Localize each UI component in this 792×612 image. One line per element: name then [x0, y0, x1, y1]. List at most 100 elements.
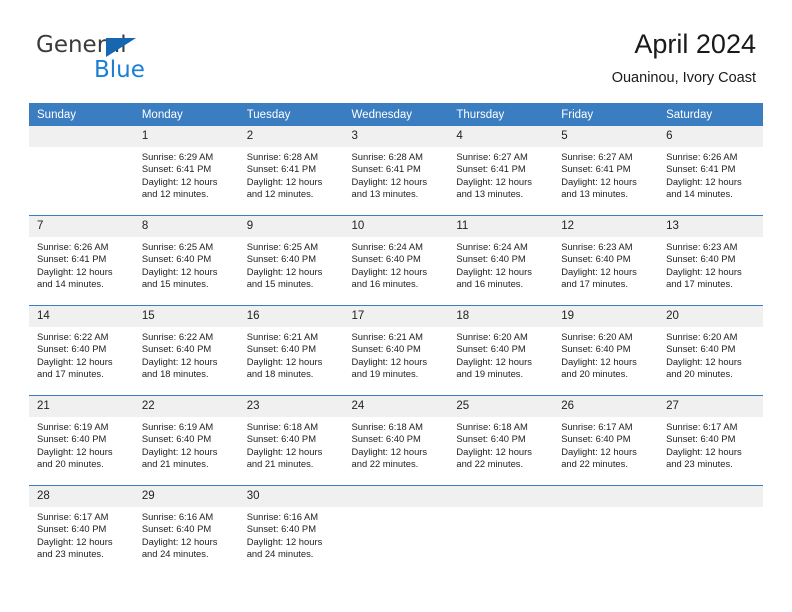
calendar-day-cell[interactable]: 11 Sunrise: 6:24 AM Sunset: 6:40 PM Dayligh…: [448, 215, 554, 306]
daylight-text-line2: and 22 minutes.: [456, 458, 524, 470]
sunset-text: Sunset: 6:41 PM: [141, 163, 212, 175]
calendar-day-cell[interactable]: 12 Sunrise: 6:23 AM Sunset: 6:40 PM Dayligh…: [553, 215, 659, 306]
sunset-text: Sunset: 6:40 PM: [246, 343, 316, 355]
day-details: Sunrise: 6:23 AM Sunset: 6:40 PM Daylight:…: [553, 237, 658, 290]
calendar-day-cell[interactable]: 24 Sunrise: 6:18 AM Sunset: 6:40 PM Dayligh…: [343, 395, 449, 486]
daylight-text-line1: Daylight: 12 hours: [141, 445, 218, 457]
calendar-day-cell[interactable]: 25 Sunrise: 6:18 AM Sunset: 6:40 PM Dayligh…: [448, 395, 554, 486]
day-number: 29: [133, 486, 239, 507]
general-blue-logo[interactable]: General Blue: [36, 32, 216, 84]
day-details: Sunrise: 6:25 AM Sunset: 6:40 PM Daylight:…: [134, 237, 239, 290]
daylight-text-line2: and 22 minutes.: [561, 458, 628, 470]
calendar-empty-cell: [29, 126, 134, 216]
sunrise-text: Sunrise: 6:21 AM: [246, 331, 319, 342]
day-number: 28: [29, 486, 134, 507]
day-details: Sunrise: 6:28 AM Sunset: 6:41 PM Daylight:…: [239, 147, 344, 200]
daylight-text-line2: and 18 minutes.: [246, 368, 314, 380]
daylight-text-line2: and 16 minutes.: [456, 278, 524, 290]
sunset-text: Sunset: 6:40 PM: [456, 253, 526, 265]
sunset-text: Sunset: 6:41 PM: [37, 253, 107, 265]
calendar-day-cell[interactable]: 18 Sunrise: 6:20 AM Sunset: 6:40 PM Dayligh…: [448, 305, 554, 396]
sunset-text: Sunset: 6:40 PM: [561, 253, 631, 265]
calendar-day-cell[interactable]: 6 Sunrise: 6:26 AM Sunset: 6:41 PM Daylight…: [658, 126, 763, 216]
calendar-day-cell[interactable]: 1 Sunrise: 6:29 AM Sunset: 6:41 PM Daylight…: [133, 126, 239, 216]
calendar-day-cell[interactable]: 17 Sunrise: 6:21 AM Sunset: 6:40 PM Dayligh…: [343, 305, 449, 396]
day-details: Sunrise: 6:18 AM Sunset: 6:40 PM Daylight:…: [448, 417, 553, 470]
daylight-text-line2: and 18 minutes.: [141, 368, 209, 380]
day-details: Sunrise: 6:17 AM Sunset: 6:40 PM Daylight:…: [658, 417, 763, 470]
sunrise-text: Sunrise: 6:17 AM: [666, 421, 738, 432]
calendar-day-cell[interactable]: 27 Sunrise: 6:17 AM Sunset: 6:40 PM Dayligh…: [658, 395, 763, 486]
day-number: 14: [29, 306, 134, 327]
calendar-day-cell[interactable]: 3 Sunrise: 6:28 AM Sunset: 6:41 PM Daylight…: [343, 126, 449, 216]
sunrise-text: Sunrise: 6:28 AM: [351, 151, 423, 162]
calendar-empty-cell: [343, 485, 449, 575]
sunset-text: Sunset: 6:40 PM: [141, 343, 212, 355]
sunrise-text: Sunrise: 6:22 AM: [141, 331, 214, 342]
sunrise-text: Sunrise: 6:26 AM: [37, 241, 109, 252]
sunset-text: Sunset: 6:40 PM: [141, 523, 212, 535]
day-number: [553, 486, 659, 507]
sunrise-text: Sunrise: 6:20 AM: [666, 331, 738, 342]
calendar-day-cell[interactable]: 26 Sunrise: 6:17 AM Sunset: 6:40 PM Dayligh…: [553, 395, 659, 486]
triangle-icon: [106, 38, 136, 57]
page-subtitle: Ouaninou, Ivory Coast: [611, 70, 756, 86]
calendar-page: General Blue April 2024 Ouaninou, Ivory …: [0, 0, 792, 612]
daylight-text-line1: Daylight: 12 hours: [246, 175, 323, 187]
daylight-text-line1: Daylight: 12 hours: [561, 265, 637, 277]
daylight-text-line2: and 14 minutes.: [37, 278, 104, 290]
sunrise-text: Sunrise: 6:16 AM: [141, 511, 214, 522]
day-number: 26: [553, 396, 659, 417]
daylight-text-line1: Daylight: 12 hours: [561, 175, 637, 187]
daylight-text-line2: and 17 minutes.: [37, 368, 104, 380]
calendar-body: 1 Sunrise: 6:29 AM Sunset: 6:41 PM Daylight…: [29, 126, 763, 575]
day-number: 12: [553, 216, 659, 237]
page-header: General Blue April 2024 Ouaninou, Ivory …: [0, 0, 792, 100]
calendar-day-cell[interactable]: 22 Sunrise: 6:19 AM Sunset: 6:40 PM Dayligh…: [133, 395, 239, 486]
day-number: 27: [658, 396, 763, 417]
calendar-day-cell[interactable]: 2 Sunrise: 6:28 AM Sunset: 6:41 PM Daylight…: [238, 126, 344, 216]
sunset-text: Sunset: 6:40 PM: [246, 433, 316, 445]
calendar-day-cell[interactable]: 21 Sunrise: 6:19 AM Sunset: 6:40 PM Dayligh…: [29, 395, 134, 486]
sunset-text: Sunset: 6:40 PM: [666, 343, 736, 355]
calendar-day-cell[interactable]: 20 Sunrise: 6:20 AM Sunset: 6:40 PM Dayligh…: [658, 305, 763, 396]
calendar-day-cell[interactable]: 19 Sunrise: 6:20 AM Sunset: 6:40 PM Dayligh…: [553, 305, 659, 396]
sunset-text: Sunset: 6:40 PM: [561, 343, 631, 355]
day-details: Sunrise: 6:22 AM Sunset: 6:40 PM Daylight:…: [134, 327, 239, 380]
calendar-day-cell[interactable]: 9 Sunrise: 6:25 AM Sunset: 6:40 PM Daylight…: [238, 215, 344, 306]
calendar-day-cell[interactable]: 13 Sunrise: 6:23 AM Sunset: 6:40 PM Dayligh…: [658, 215, 763, 306]
sunset-text: Sunset: 6:41 PM: [246, 163, 316, 175]
calendar-day-cell[interactable]: 5 Sunrise: 6:27 AM Sunset: 6:41 PM Daylight…: [553, 126, 659, 216]
sunrise-text: Sunrise: 6:24 AM: [456, 241, 528, 252]
calendar-day-cell[interactable]: 8 Sunrise: 6:25 AM Sunset: 6:40 PM Daylight…: [133, 215, 239, 306]
calendar-day-cell[interactable]: 10 Sunrise: 6:24 AM Sunset: 6:40 PM Dayligh…: [343, 215, 449, 306]
calendar-day-cell[interactable]: 23 Sunrise: 6:18 AM Sunset: 6:40 PM Dayligh…: [238, 395, 344, 486]
daylight-text-line2: and 20 minutes.: [666, 368, 733, 380]
day-details: Sunrise: 6:26 AM Sunset: 6:41 PM Daylight:…: [29, 237, 134, 290]
day-details: Sunrise: 6:17 AM Sunset: 6:40 PM Daylight:…: [553, 417, 658, 470]
calendar-day-cell[interactable]: 16 Sunrise: 6:21 AM Sunset: 6:40 PM Dayligh…: [238, 305, 344, 396]
daylight-text-line2: and 12 minutes.: [141, 188, 209, 200]
calendar-day-cell[interactable]: 30 Sunrise: 6:16 AM Sunset: 6:40 PM Dayligh…: [238, 485, 344, 575]
calendar-day-cell[interactable]: 15 Sunrise: 6:22 AM Sunset: 6:40 PM Dayligh…: [133, 305, 239, 396]
calendar-day-cell[interactable]: 7 Sunrise: 6:26 AM Sunset: 6:41 PM Daylight…: [29, 215, 134, 306]
daylight-text-line2: and 24 minutes.: [141, 548, 209, 560]
daylight-text-line1: Daylight: 12 hours: [666, 445, 742, 457]
sunrise-text: Sunrise: 6:18 AM: [246, 421, 319, 432]
day-number: 25: [448, 396, 554, 417]
sunset-text: Sunset: 6:41 PM: [561, 163, 631, 175]
calendar-day-cell[interactable]: 14 Sunrise: 6:22 AM Sunset: 6:40 PM Dayligh…: [29, 305, 134, 396]
calendar-empty-cell: [553, 485, 659, 575]
daylight-text-line1: Daylight: 12 hours: [246, 265, 323, 277]
day-details: Sunrise: 6:16 AM Sunset: 6:40 PM Daylight:…: [134, 507, 239, 560]
sunrise-text: Sunrise: 6:16 AM: [246, 511, 319, 522]
sunrise-text: Sunrise: 6:22 AM: [37, 331, 109, 342]
day-number: 23: [238, 396, 344, 417]
day-number: 19: [553, 306, 659, 327]
calendar-day-cell[interactable]: 28 Sunrise: 6:17 AM Sunset: 6:40 PM Dayligh…: [29, 485, 134, 575]
daylight-text-line2: and 15 minutes.: [141, 278, 209, 290]
calendar-day-cell[interactable]: 29 Sunrise: 6:16 AM Sunset: 6:40 PM Dayligh…: [133, 485, 239, 575]
calendar-day-cell[interactable]: 4 Sunrise: 6:27 AM Sunset: 6:41 PM Daylight…: [448, 126, 554, 216]
daylight-text-line1: Daylight: 12 hours: [456, 265, 532, 277]
day-number: 30: [238, 486, 344, 507]
